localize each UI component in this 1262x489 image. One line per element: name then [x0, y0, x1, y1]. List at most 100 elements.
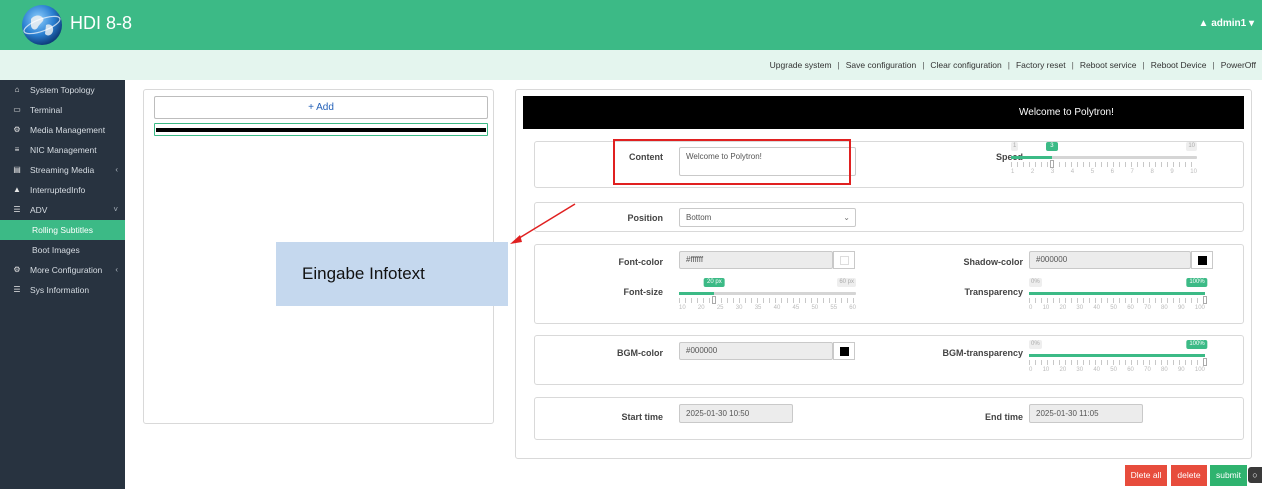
delete-button[interactable]: delete	[1171, 465, 1207, 486]
font-size-slider[interactable]: 60 px 20 px 10 20 25 30 35 40 45 50 55 60	[679, 278, 856, 314]
preview-text: Welcome to Polytron!	[1019, 107, 1114, 118]
slider-value-badge: 20 px	[704, 278, 725, 287]
info-icon: ☰	[13, 285, 21, 294]
subtitle-list-item[interactable]	[154, 123, 488, 136]
sidebar-item-rolling-subtitles[interactable]: Rolling Subtitles	[0, 220, 125, 240]
transparency-slider[interactable]: 0% 100% 0 10 20 30 40 50 60 70 80 90 100	[1029, 278, 1208, 314]
slider-tick-label: 35	[754, 305, 762, 311]
bgm-transparency-label: BGM-transparency	[942, 348, 1023, 358]
bgm-color-input[interactable]: #000000	[679, 342, 833, 360]
add-subtitle-button[interactable]: + Add	[154, 96, 488, 119]
sidebar-item-label: Media Management	[30, 125, 106, 135]
slider-tick-label: 55	[830, 305, 838, 311]
slider-tick-label: 100	[1194, 367, 1205, 373]
slider-tick-label: 6	[1110, 169, 1114, 175]
slider-tick-label: 20	[697, 305, 705, 311]
transparency-label: Transparency	[964, 287, 1023, 297]
clear-configuration-link[interactable]: Clear configuration	[930, 60, 1001, 70]
bgm-transparency-slider[interactable]: 0% 100% 0 10 20 30 40 50 60 70 80 90 100	[1029, 340, 1208, 376]
reboot-device-link[interactable]: Reboot Device	[1151, 60, 1207, 70]
submit-button[interactable]: submit	[1210, 465, 1247, 486]
slider-min-label: 0%	[1029, 340, 1042, 349]
upgrade-system-link[interactable]: Upgrade system	[770, 60, 832, 70]
slider-tick-label: 5	[1090, 169, 1095, 175]
slider-min-label: 0%	[1029, 278, 1042, 287]
shadow-color-input[interactable]: #000000	[1029, 251, 1191, 269]
slider-tick-label: 60	[1127, 305, 1134, 311]
app-title: HDI 8-8	[70, 13, 133, 33]
factory-reset-link[interactable]: Factory reset	[1016, 60, 1066, 70]
slider-tick-label: 0	[1029, 367, 1033, 373]
font-color-swatch[interactable]	[833, 251, 855, 269]
speed-label: Speed	[995, 152, 1023, 162]
slider-tick-label: 50	[811, 305, 819, 311]
slider-handle[interactable]	[1049, 160, 1054, 168]
bgm-color-label: BGM-color	[617, 348, 663, 358]
slider-tick-label: 80	[1161, 305, 1168, 311]
cogs-icon: ⚙	[13, 265, 21, 274]
color-chip	[840, 256, 849, 265]
slider-tick-labels: 10 20 25 30 35 40 45 50 55 60	[679, 305, 856, 313]
slider-max-label: 60 px	[837, 278, 856, 287]
speed-slider[interactable]: 1 10 3 1 2 3 4 5 6 7 8 9 10	[1011, 142, 1197, 178]
annotation-highlight-box	[613, 139, 851, 185]
slider-tick-label: 8	[1150, 169, 1154, 175]
sidebar-item-nic-management[interactable]: ≡ NIC Management	[0, 140, 125, 160]
slider-value-badge: 100%	[1186, 340, 1208, 349]
slider-handle[interactable]	[1203, 358, 1207, 366]
save-configuration-link[interactable]: Save configuration	[846, 60, 916, 70]
sidebar-item-system-topology[interactable]: ⌂ System Topology	[0, 80, 125, 100]
slider-tick-label: 40	[1093, 367, 1101, 373]
monitor-icon: ▭	[13, 105, 21, 114]
font-style-section: Font-color #ffffff Shadow-color #000000 …	[534, 244, 1244, 324]
slider-tick-label: 45	[792, 305, 800, 311]
position-select[interactable]: Bottom ⌄	[679, 208, 856, 227]
position-label: Position	[627, 213, 664, 223]
slider-tick-labels: 0 10 20 30 40 50 60 70 80 90 100	[1029, 305, 1205, 313]
annotation-arrow-icon	[510, 203, 576, 244]
reboot-service-link[interactable]: Reboot service	[1080, 60, 1137, 70]
slider-tick-label: 20	[1059, 367, 1067, 373]
sidebar-item-more-configuration[interactable]: ⚙ More Configuration ‹	[0, 260, 125, 280]
font-color-label: Font-color	[618, 257, 664, 267]
schedule-section: Start time 2025-01-30 10:50 End time 202…	[534, 397, 1244, 440]
sidebar-item-sys-information[interactable]: ☰ Sys Information	[0, 280, 125, 300]
bgm-color-swatch[interactable]	[833, 342, 855, 360]
divider: |	[1212, 60, 1215, 70]
sidebar-item-interruptedinfo[interactable]: ▲ InterruptedInfo	[0, 180, 125, 200]
bell-icon: ▲	[13, 185, 21, 194]
bgm-section: BGM-color #000000 BGM-transparency 0% 10…	[534, 335, 1244, 385]
home-icon: ⌂	[14, 85, 20, 94]
slider-tick-label: 60	[849, 305, 856, 311]
sidebar-item-label: InterruptedInfo	[30, 185, 86, 195]
start-time-label: Start time	[621, 412, 663, 422]
list-icon: ☰	[13, 205, 21, 214]
shadow-color-label: Shadow-color	[963, 257, 1023, 267]
slider-ticks	[1029, 360, 1205, 365]
divider: |	[1142, 60, 1145, 70]
start-time-input[interactable]: 2025-01-30 10:50	[679, 404, 793, 423]
slider-tick-label: 50	[1110, 367, 1117, 373]
font-color-input[interactable]: #ffffff	[679, 251, 833, 269]
power-off-link[interactable]: PowerOff	[1221, 60, 1256, 70]
chevron-left-icon: ‹	[115, 165, 118, 174]
sidebar-item-terminal[interactable]: ▭ Terminal	[0, 100, 125, 120]
slider-tick-label: 30	[1076, 305, 1084, 311]
delete-all-button[interactable]: Dlete all	[1125, 465, 1167, 486]
divider: |	[922, 60, 925, 70]
chevron-down-icon: ⌄	[843, 213, 850, 222]
sidebar-item-streaming-media[interactable]: ▤ Streaming Media ‹	[0, 160, 125, 180]
slider-handle[interactable]	[712, 296, 717, 304]
shadow-color-swatch[interactable]	[1191, 251, 1213, 269]
sidebar-item-label: Sys Information	[30, 285, 90, 295]
floating-tool-icon[interactable]: ○	[1248, 467, 1262, 483]
end-time-input[interactable]: 2025-01-30 11:05	[1029, 404, 1143, 423]
film-icon: ▤	[13, 165, 21, 174]
sidebar-item-boot-images[interactable]: Boot Images	[0, 240, 125, 260]
sidebar-item-adv[interactable]: ☰ ADV ˅	[0, 200, 125, 220]
sidebar-item-label: Terminal	[30, 105, 63, 115]
user-menu[interactable]: ▲ admin1 ▾	[1199, 18, 1254, 29]
chevron-left-icon: ‹	[115, 265, 118, 274]
slider-handle[interactable]	[1203, 296, 1207, 304]
sidebar-item-media-management[interactable]: ⚙ Media Management	[0, 120, 125, 140]
